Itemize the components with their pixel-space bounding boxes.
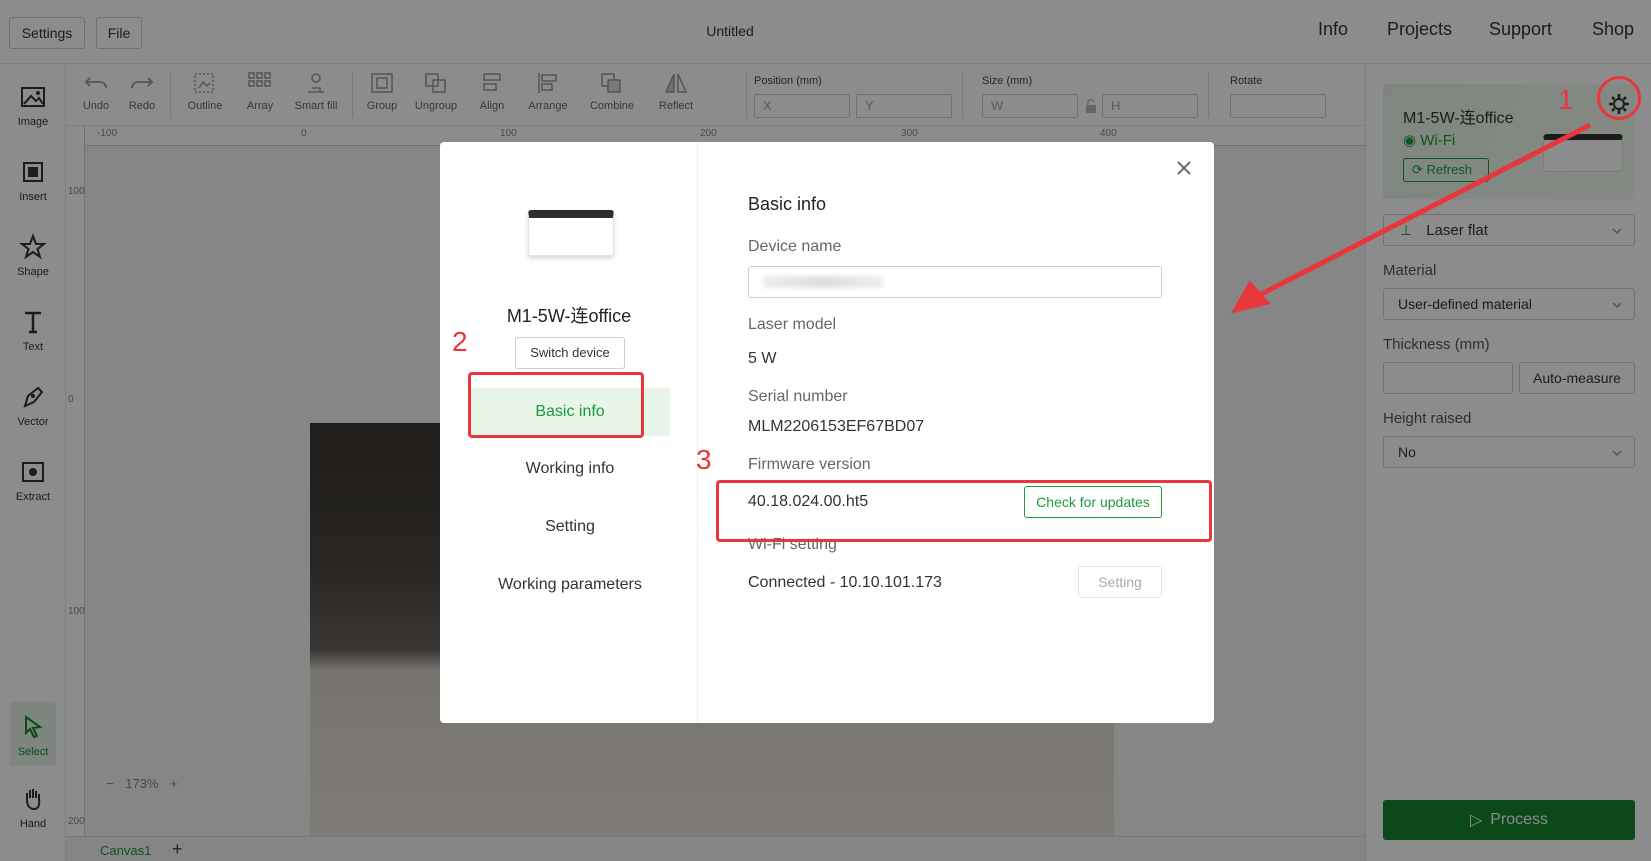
firmware-label: Firmware version <box>748 456 871 473</box>
device-name-input[interactable] <box>748 266 1162 298</box>
nav-working-info[interactable]: Working info <box>470 445 670 493</box>
serial-number-value: MLM2206153EF67BD07 <box>748 418 925 435</box>
close-icon[interactable] <box>1176 160 1192 176</box>
wifi-setting-button[interactable]: Setting <box>1078 566 1162 598</box>
nav-working-parameters[interactable]: Working parameters <box>470 561 670 609</box>
device-image <box>528 210 614 256</box>
device-name-label: Device name <box>748 238 842 255</box>
annotation-circle-gear <box>1597 76 1641 120</box>
serial-number-label: Serial number <box>748 388 848 405</box>
annotation-box-firmware <box>716 480 1212 542</box>
laser-model-label: Laser model <box>748 316 837 333</box>
annotation-number-2: 2 <box>452 326 468 357</box>
nav-setting[interactable]: Setting <box>470 503 670 551</box>
laser-model-value: 5 W <box>748 350 777 367</box>
annotation-number-3: 3 <box>696 444 712 475</box>
section-title: Basic info <box>748 194 827 214</box>
annotation-arrow <box>1230 122 1592 314</box>
switch-device-button[interactable]: Switch device <box>515 337 625 369</box>
wifi-status-value: Connected - 10.10.101.173 <box>748 574 942 591</box>
annotation-number-1: 1 <box>1558 84 1574 115</box>
blurred-name <box>763 276 883 288</box>
annotation-box-basic-info <box>468 372 644 438</box>
dialog-device-name: M1-5W-连office <box>506 306 632 326</box>
